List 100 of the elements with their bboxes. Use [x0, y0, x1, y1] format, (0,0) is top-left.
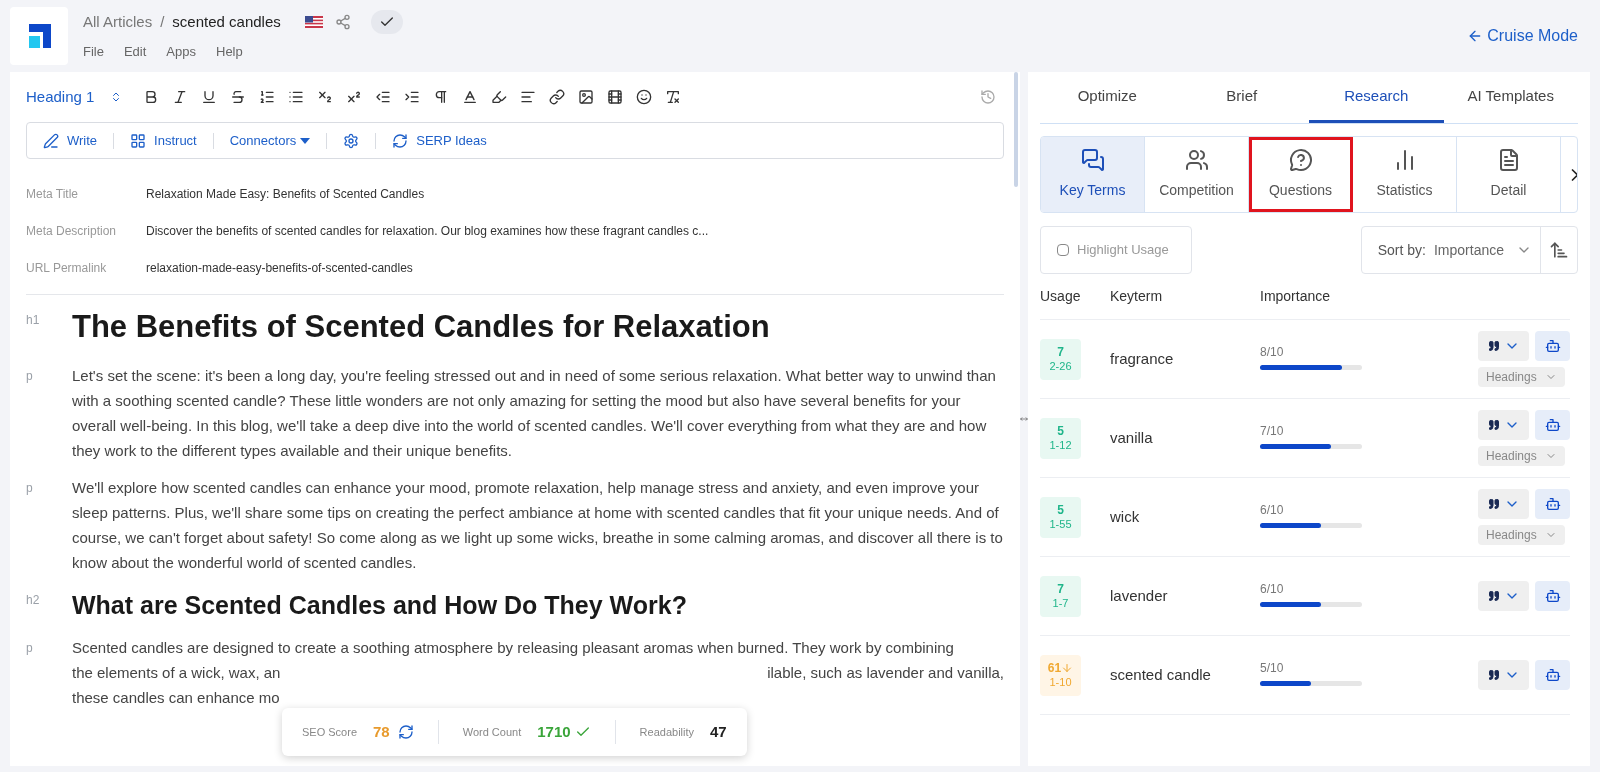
placement-dropdown[interactable]: Headings [1478, 446, 1565, 466]
usage-badge: 7 1-7 [1040, 575, 1081, 617]
importance-score: 6/10 [1260, 501, 1285, 519]
highlight-icon[interactable] [491, 89, 508, 105]
serp-button[interactable]: SERP Ideas [392, 130, 487, 151]
block-tag: p [26, 475, 72, 575]
outdent-icon[interactable] [375, 89, 392, 105]
column-header: Keyterm [1110, 287, 1164, 306]
image-icon[interactable] [578, 89, 595, 105]
breadcrumb-link[interactable]: All Articles [83, 11, 153, 34]
block-style-select[interactable]: Heading 1 [26, 85, 123, 109]
subtab[interactable]: Detail [1457, 137, 1561, 212]
instruct-button[interactable]: Instruct [130, 130, 197, 151]
meta-value: Discover the benefits of scented candles for relaxation. Our blog examines how these fragrant candles c... [146, 222, 709, 240]
caret-icon [300, 137, 311, 144]
align-left-icon[interactable] [520, 89, 537, 105]
bot-button[interactable] [1535, 489, 1570, 519]
bullet-list-icon[interactable] [288, 89, 305, 105]
refresh-icon[interactable] [397, 724, 414, 740]
settings-icon[interactable] [343, 132, 360, 149]
bot-button[interactable] [1535, 410, 1570, 440]
quote-icon [1487, 340, 1500, 352]
subtab[interactable]: Competition [1145, 137, 1249, 212]
quote-icon [1487, 498, 1500, 510]
film-icon[interactable] [607, 89, 624, 105]
keyterm: fragrance [1110, 348, 1175, 369]
sort-select[interactable]: Sort by: Importance [1360, 226, 1578, 274]
placement-dropdown[interactable]: Headings [1478, 367, 1565, 387]
strikethrough-icon[interactable] [230, 89, 247, 105]
placement-dropdown[interactable]: Headings [1478, 525, 1565, 545]
paragraph-text: Scented candles are designed to create a soothing atmosphere by releasing pleasant aromas when burned. They work by combining [72, 638, 954, 658]
score-value: 1710 [537, 721, 571, 742]
refresh-icon [392, 132, 409, 149]
bot-button[interactable] [1535, 331, 1570, 361]
column-header: Importance [1260, 287, 1331, 306]
clear-format-icon[interactable] [665, 89, 682, 105]
keyterm: scented candle [1110, 664, 1212, 685]
usage-badge: 5 1-12 [1040, 417, 1081, 459]
indent-icon[interactable] [404, 89, 421, 105]
meta-label: Meta Description [26, 222, 118, 240]
usage-badge: 61 1-10 [1040, 654, 1081, 696]
text-color-icon[interactable] [462, 89, 479, 105]
connectors-dropdown[interactable]: Connectors [229, 130, 311, 151]
bot-button[interactable] [1535, 581, 1570, 611]
subtab[interactable]: Statistics [1353, 137, 1457, 212]
menu-item[interactable]: Help [216, 42, 243, 62]
quote-dropdown[interactable] [1478, 660, 1529, 690]
score-label: Readability [639, 724, 694, 740]
quote-dropdown[interactable] [1478, 410, 1529, 440]
subtab[interactable]: Key Terms [1041, 137, 1145, 212]
check-button[interactable] [370, 10, 403, 35]
quote-dropdown[interactable] [1478, 581, 1529, 611]
panel-tab[interactable]: Optimize [1040, 72, 1175, 123]
robot-icon [1544, 417, 1561, 433]
menu-item[interactable]: Edit [123, 42, 147, 62]
keyterm: vanilla [1110, 427, 1154, 448]
importance-score: 8/10 [1260, 343, 1285, 361]
meta-label: URL Permalink [26, 259, 108, 277]
pen-lines-icon [43, 132, 59, 149]
paragraph-text: the elements of a wick, wax, an [72, 663, 281, 683]
link-icon[interactable] [549, 89, 566, 105]
menu-item[interactable]: Apps [166, 42, 196, 62]
subtab[interactable]: Questions [1249, 137, 1353, 212]
share-icon[interactable] [334, 14, 351, 31]
menu-item[interactable]: File [83, 42, 104, 62]
score-value: 78 [373, 721, 390, 742]
meta-value: Relaxation Made Easy: Benefits of Scented Candles [146, 185, 425, 203]
subheading: What are Scented Candles and How Do They Work? [72, 590, 687, 621]
quote-icon [1487, 669, 1500, 681]
robot-icon [1544, 496, 1561, 512]
write-button[interactable]: Write [43, 130, 98, 151]
numbered-list-icon[interactable] [259, 89, 276, 105]
paragraph: Let's set the scene: it's been a long day, you're feeling stressed out and in need of some serious relaxation. What better way to unwind than with a soothing scented candle? These little wonders are not only amazing for setting the mood but also have several benefits for your overall well-being. In this blog, we'll take a deep dive into the world of scented candles. We'll cover everything from what they are and how they work to the different types available and their unique benefits. [72, 366, 997, 461]
sort-direction-icon[interactable] [1549, 240, 1569, 260]
app-logo [10, 7, 68, 65]
paragraph-text: ilable, such as lavender and vanilla, [767, 663, 1004, 683]
cruise-mode-link[interactable]: Cruise Mode [1467, 24, 1578, 48]
grid-icon [130, 132, 147, 149]
quote-dropdown[interactable] [1478, 489, 1529, 519]
panel-tab[interactable]: AI Templates [1443, 72, 1578, 123]
article-title: scented candles [172, 12, 281, 32]
robot-icon [1544, 588, 1561, 604]
importance-score: 6/10 [1260, 580, 1285, 598]
breadcrumb-separator: / [160, 12, 165, 32]
quote-icon [1487, 419, 1500, 431]
underline-icon[interactable] [201, 89, 218, 105]
meta-value: relaxation-made-easy-benefits-of-scented-candles [146, 259, 413, 277]
keyterm: wick [1110, 506, 1141, 527]
block-tag: p [26, 635, 72, 710]
bot-button[interactable] [1535, 660, 1570, 690]
emoji-icon[interactable] [636, 89, 653, 105]
subscript-icon[interactable] [317, 89, 334, 105]
flag-icon [304, 16, 323, 29]
panel-tab[interactable]: Brief [1174, 72, 1309, 123]
superscript-icon[interactable] [346, 89, 363, 105]
quote-dropdown[interactable] [1478, 331, 1529, 361]
panel-tab[interactable]: Research [1309, 72, 1444, 123]
usage-badge: 7 2-26 [1040, 338, 1081, 380]
robot-icon [1544, 338, 1561, 354]
keyterm: lavender [1110, 585, 1169, 606]
